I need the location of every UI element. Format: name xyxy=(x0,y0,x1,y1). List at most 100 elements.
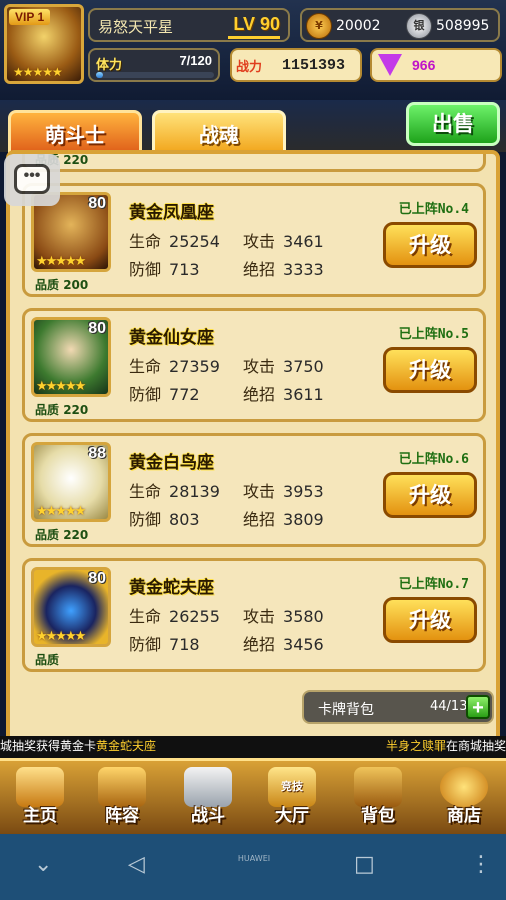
defense-label: 防御 xyxy=(129,150,161,154)
ticker-left: 城抽奖获得黄金卡黄金蛇夫座 xyxy=(0,736,156,756)
hp-label: 生命 xyxy=(129,482,162,501)
more-icon[interactable]: ⋮ xyxy=(470,852,492,877)
ultimate-value: 3333 xyxy=(283,260,324,279)
defense-label: 防御 xyxy=(129,510,162,529)
ultimate-value: 3456 xyxy=(283,635,324,654)
stamina-bar-fill xyxy=(96,72,104,78)
ticker-left-highlight: 黄金蛇夫座 xyxy=(96,739,157,753)
level-bar xyxy=(228,36,280,39)
upgrade-button[interactable]: 升级 xyxy=(383,472,477,518)
announcement-ticker: 城抽奖获得黄金卡黄金蛇夫座 半身之赎罪在商城抽奖 xyxy=(0,736,506,758)
player-avatar[interactable]: VIP 1 ★★★★★ xyxy=(4,4,84,84)
attack-label: 攻击 xyxy=(243,357,276,376)
power-label: 战力 xyxy=(236,60,263,75)
hp-label: 生命 xyxy=(129,232,162,251)
currency-panel: ¥ 20002 银 508995 xyxy=(300,8,500,42)
attack-value: 3461 xyxy=(283,232,324,251)
card-quality: 品质 200 xyxy=(35,276,88,293)
silver-coin-icon: 银 xyxy=(406,13,432,39)
chevron-down-icon[interactable]: ⌄ xyxy=(34,852,52,877)
bottom-navigation: 主页 阵容 战斗 竞技 大厅 背包 商店 xyxy=(0,758,506,834)
attack-value: 3750 xyxy=(283,357,324,376)
vip-badge: VIP 1 xyxy=(9,9,51,25)
card-hp: 生命 27359 xyxy=(129,353,220,377)
silver-value: 508995 xyxy=(436,18,490,34)
nav-lineup[interactable]: 阵容 xyxy=(82,767,162,833)
card-bag[interactable]: 卡牌背包 44/130 + xyxy=(302,690,494,724)
card-stars-icon: ★★★★★ xyxy=(36,379,86,394)
card-defense: 防御 803 xyxy=(129,506,200,530)
diamond-icon xyxy=(378,54,402,76)
card-ultimate: 绝招 3611 xyxy=(243,381,324,405)
attack-label: 攻击 xyxy=(243,232,276,251)
player-level: LV 90 xyxy=(233,14,280,34)
android-navigation-bar: ⌄ ◁ HUAWEI □ ⋮ xyxy=(0,834,506,900)
hp-label: 生命 xyxy=(129,357,162,376)
card-ultimate: 绝招 3809 xyxy=(243,506,324,530)
card-ultimate: 绝招 3456 xyxy=(243,631,324,655)
card-list-item[interactable]: ★★★★★ 品质 220 水瓶座 生命25485 攻击3392 防御686 绝招… xyxy=(22,150,486,172)
ticker-right: 半身之赎罪在商城抽奖 xyxy=(386,736,506,756)
card-portrait[interactable]: 80 ★★★★★ xyxy=(31,567,111,647)
defense-value: 713 xyxy=(169,260,200,279)
power-panel: 战力 1151393 xyxy=(230,48,362,82)
plus-icon[interactable]: + xyxy=(466,695,490,719)
nav-home[interactable]: 主页 xyxy=(0,767,80,833)
stamina-label: 体力 xyxy=(96,58,123,73)
card-attack: 攻击 3750 xyxy=(243,353,324,377)
ticker-left-text: 城抽奖获得黄金卡 xyxy=(0,739,97,753)
card-stars-icon: ★★★★★ xyxy=(36,254,86,269)
stamina-value: 7/120 xyxy=(179,53,212,68)
nav-shop[interactable]: 商店 xyxy=(424,767,504,833)
tab-battle-souls[interactable]: 战魂 xyxy=(152,110,286,154)
hp-value: 28139 xyxy=(169,482,220,501)
chat-button[interactable]: ••• xyxy=(4,154,60,206)
gold-coin-icon: ¥ xyxy=(306,13,332,39)
card-level: 80 xyxy=(88,570,106,587)
sell-button[interactable]: 出售 xyxy=(406,102,500,146)
hp-label: 生命 xyxy=(129,607,162,626)
card-ultimate: 绝招 3333 xyxy=(243,256,324,280)
card-quality: 品质 xyxy=(35,651,59,668)
card-list-item[interactable]: 80 ★★★★★ 品质 黄金蛇夫座 已上阵No.7 生命 26255 攻击 3580… xyxy=(22,558,486,672)
nav-arena-hall[interactable]: 竞技 大厅 xyxy=(252,767,332,833)
player-name: 易怒天平星 xyxy=(98,18,174,36)
card-name: 黄金蛇夫座 xyxy=(129,578,214,598)
card-list-item[interactable]: 80 ★★★★★ 品质 220 黄金仙女座 已上阵No.5 生命 27359 攻击… xyxy=(22,308,486,422)
quality-value: 220 xyxy=(63,528,89,542)
nav-bag[interactable]: 背包 xyxy=(338,767,418,833)
card-defense: 防御 772 xyxy=(129,381,200,405)
tab-fighters[interactable]: 萌斗士 xyxy=(8,110,142,154)
upgrade-button[interactable]: 升级 xyxy=(383,347,477,393)
ultimate-label: 绝招 xyxy=(243,260,276,279)
gem-value: 966 xyxy=(412,57,436,73)
card-ultimate: 绝招 3264 xyxy=(243,154,324,155)
quality-value: 220 xyxy=(63,403,89,417)
defense-label: 防御 xyxy=(129,635,162,654)
defense-value: 803 xyxy=(169,510,200,529)
top-header: VIP 1 ★★★★★ 易怒天平星 LV 90 ¥ 20002 银 508995… xyxy=(0,0,506,100)
recents-icon[interactable]: □ xyxy=(354,852,375,877)
card-list-item[interactable]: 80 ★★★★★ 品质 200 黄金凤凰座 已上阵No.4 生命 25254 攻击… xyxy=(22,183,486,297)
nav-battle[interactable]: 战斗 xyxy=(168,767,248,833)
upgrade-button[interactable]: 升级 xyxy=(383,597,477,643)
gem-panel[interactable]: 966 xyxy=(370,48,502,82)
card-defense: 防御 713 xyxy=(129,256,200,280)
ultimate-label: 绝招 xyxy=(243,635,276,654)
ultimate-label: 绝招 xyxy=(243,385,276,404)
card-portrait[interactable]: 80 ★★★★★ xyxy=(31,317,111,397)
card-attack: 攻击 3953 xyxy=(243,478,324,502)
nav-lineup-label: 阵容 xyxy=(105,806,139,826)
card-list[interactable]: ★★★★★ 品质 220 水瓶座 生命25485 攻击3392 防御686 绝招… xyxy=(6,150,500,755)
card-portrait[interactable]: 88 ★★★★★ xyxy=(31,442,111,522)
upgrade-button[interactable]: 升级 xyxy=(383,222,477,268)
quality-label: 品质 xyxy=(35,528,60,542)
card-list-item[interactable]: 88 ★★★★★ 品质 220 黄金白鸟座 已上阵No.6 生命 28139 攻击… xyxy=(22,433,486,547)
back-icon[interactable]: ◁ xyxy=(128,852,145,877)
card-attack: 攻击 3461 xyxy=(243,228,324,252)
card-defense: 防御 718 xyxy=(129,631,200,655)
attack-value: 3580 xyxy=(283,607,324,626)
attack-label: 攻击 xyxy=(243,482,276,501)
nav-bag-label: 背包 xyxy=(361,806,395,826)
nav-arena-hall-label: 大厅 xyxy=(275,806,309,826)
